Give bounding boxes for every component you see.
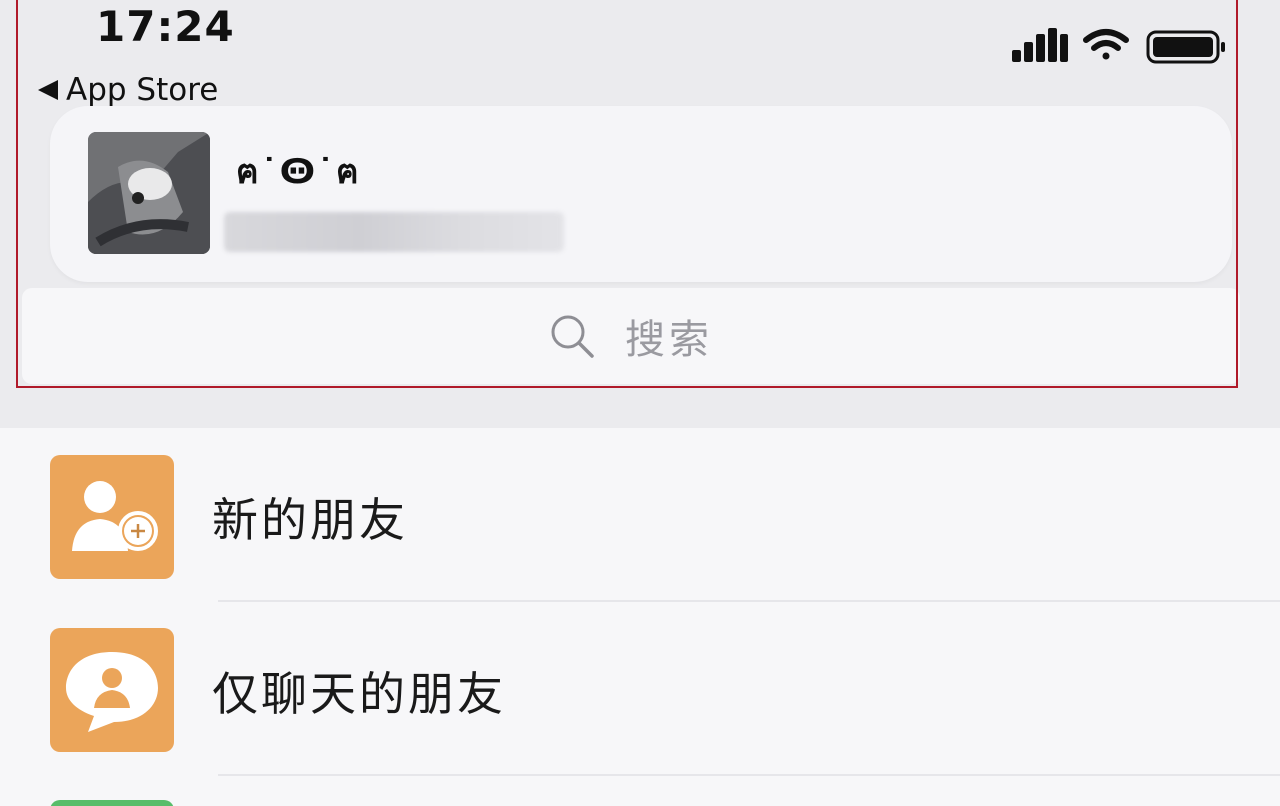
list-item-new-friends[interactable]: 新的朋友 [0, 428, 1280, 600]
profile-card[interactable]: ฅ˙Ꙫ˙ฅ [50, 106, 1232, 282]
back-triangle-icon [38, 80, 58, 100]
search-placeholder: 搜索 [625, 317, 713, 363]
search-bar[interactable]: 搜索 [22, 288, 1240, 384]
battery-icon [1146, 30, 1225, 64]
avatar [88, 132, 210, 254]
wifi-icon [1083, 29, 1129, 60]
list-item-label: 仅聊天的朋友 [212, 667, 506, 721]
cellular-signal-icon [1012, 28, 1068, 62]
profile-name: ฅ˙Ꙫ˙ฅ [236, 152, 361, 192]
contact-list: 新的朋友 仅聊天的朋友 [0, 428, 1280, 806]
status-time: 17:24 [96, 2, 235, 51]
profile-subtitle-blurred [224, 212, 564, 252]
back-to-app-store[interactable]: App Store [38, 70, 218, 110]
list-item-label: 新的朋友 [212, 493, 408, 547]
list-item-chat-only-friends[interactable]: 仅聊天的朋友 [0, 602, 1280, 774]
search-icon [551, 315, 594, 358]
status-icons [1012, 28, 1227, 68]
back-label: App Store [66, 72, 219, 108]
phone-screen: 17:24 App Store ฅ˙Ꙫ˙ฅ 搜索 新的朋友 仅聊天的朋友 [0, 0, 1280, 806]
divider [218, 774, 1280, 776]
next-list-icon-partial [50, 800, 174, 806]
chat-only-friend-icon [50, 628, 174, 752]
add-friend-icon [50, 455, 174, 579]
